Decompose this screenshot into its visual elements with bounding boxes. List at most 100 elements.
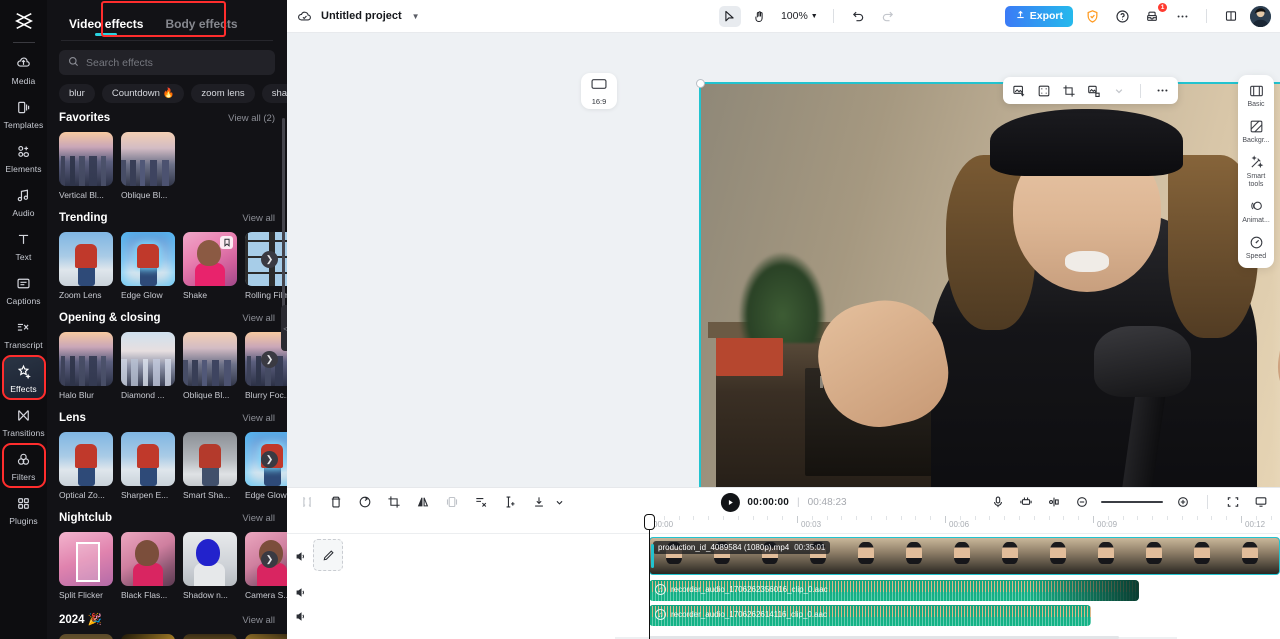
effect-thumbnail[interactable]	[121, 232, 175, 286]
split-icon[interactable]	[298, 494, 315, 511]
chevron-down-icon[interactable]: ▼	[412, 12, 420, 21]
sidebar-item-filters[interactable]: Filters	[1, 443, 46, 488]
effect-item[interactable]: Shadow n...	[183, 532, 237, 600]
cursor-select-icon[interactable]	[718, 5, 741, 27]
speaker-icon[interactable]	[293, 584, 309, 600]
carousel-next-arrow[interactable]: ❯	[261, 351, 278, 368]
effect-item[interactable]: Split Flicker	[59, 532, 113, 600]
microphone-icon[interactable]	[989, 494, 1006, 511]
dock-item-basic[interactable]: Basic	[1239, 82, 1273, 109]
panel-layout-icon[interactable]	[1220, 6, 1242, 27]
delete-icon[interactable]	[327, 494, 344, 511]
effect-thumbnail[interactable]	[121, 332, 175, 386]
panel-collapse-handle[interactable]: ◁	[281, 305, 287, 351]
effect-item[interactable]	[121, 634, 175, 639]
dock-item-smart-tools[interactable]: Smart tools	[1239, 154, 1273, 189]
section-view-all[interactable]: View all	[242, 213, 275, 224]
sidebar-item-media[interactable]: Media	[4, 49, 44, 90]
effect-thumbnail[interactable]	[121, 634, 175, 639]
sidebar-item-effects[interactable]: Effects	[1, 355, 46, 400]
cloud-sync-icon[interactable]	[296, 8, 313, 25]
effect-thumbnail[interactable]	[183, 634, 237, 639]
bookmark-icon[interactable]	[220, 236, 233, 249]
redo-icon[interactable]	[877, 6, 899, 27]
aspect-ratio-badge[interactable]: 16:9	[581, 73, 617, 109]
video-clip[interactable]: production_id_4089584 (1080p).mp4 00:35:…	[649, 537, 1280, 575]
speaker-icon[interactable]	[293, 608, 309, 624]
carousel-next-arrow[interactable]: ❯	[261, 451, 278, 468]
effect-thumbnail[interactable]	[183, 332, 237, 386]
capcut-logo-icon[interactable]	[7, 6, 41, 36]
carousel-next-arrow[interactable]: ❯	[261, 551, 278, 568]
effect-item[interactable]: Oblique Bl...	[121, 132, 175, 200]
markers-icon[interactable]	[1017, 494, 1034, 511]
sidebar-item-transitions[interactable]: Transitions	[2, 401, 45, 442]
tab-body-effects[interactable]: Body effects	[165, 17, 237, 40]
edit-pencil-icon[interactable]	[313, 539, 343, 571]
effect-thumbnail[interactable]	[121, 132, 175, 186]
monitor-icon[interactable]	[1252, 494, 1269, 511]
video-preview[interactable]	[699, 82, 1280, 503]
sidebar-item-captions[interactable]: Captions	[4, 269, 44, 310]
tab-video-effects[interactable]: Video effects	[69, 17, 143, 40]
effect-item[interactable]: Edge Glow	[121, 232, 175, 300]
dock-item-animation[interactable]: Animat...	[1239, 198, 1273, 225]
download-icon[interactable]	[530, 494, 547, 511]
effect-item[interactable]: Sharpen E...	[121, 432, 175, 500]
playhead[interactable]	[644, 514, 655, 639]
replace-media-icon[interactable]	[1010, 82, 1027, 99]
effect-item[interactable]: Shake	[183, 232, 237, 300]
fit-icon[interactable]	[1224, 494, 1241, 511]
audio-clip-1[interactable]: ♫ recorder_audio_1706262356016_clip_0.aa…	[649, 580, 1139, 601]
play-button[interactable]	[720, 492, 740, 512]
project-name[interactable]: Untitled project	[321, 10, 402, 22]
crop-icon[interactable]	[385, 494, 402, 511]
sidebar-item-plugins[interactable]: Plugins	[4, 489, 44, 530]
effect-thumbnail[interactable]	[59, 432, 113, 486]
undo-icon[interactable]	[847, 6, 869, 27]
effect-thumbnail[interactable]	[245, 634, 287, 639]
timeline-zoom-slider[interactable]	[1101, 501, 1163, 503]
effect-item[interactable]	[183, 634, 237, 639]
video-preview-wrapper[interactable]	[696, 79, 1280, 506]
rotate-icon[interactable]	[356, 494, 373, 511]
more-horizontal-icon[interactable]	[1171, 6, 1193, 27]
effect-thumbnail[interactable]	[59, 132, 113, 186]
effect-item[interactable]: Halo Blur	[59, 332, 113, 400]
speaker-icon[interactable]	[293, 548, 309, 564]
section-view-all[interactable]: View all	[242, 413, 275, 424]
zoom-out-icon[interactable]	[1073, 494, 1090, 511]
section-view-all[interactable]: View all (2)	[228, 113, 275, 124]
effect-item[interactable]	[59, 634, 113, 639]
effect-item[interactable]: Diamond ...	[121, 332, 175, 400]
keyframe-icon[interactable]	[1045, 494, 1062, 511]
effect-thumbnail[interactable]	[121, 532, 175, 586]
hand-pan-icon[interactable]	[749, 6, 771, 27]
effect-thumbnail[interactable]	[59, 332, 113, 386]
freeze-icon[interactable]	[443, 494, 460, 511]
auto-reframe-icon[interactable]	[1035, 82, 1052, 99]
effect-item[interactable]: Black Flas...	[121, 532, 175, 600]
dock-item-speed[interactable]: Speed	[1239, 234, 1273, 261]
effect-thumbnail[interactable]	[183, 432, 237, 486]
carousel-next-arrow[interactable]: ❯	[261, 251, 278, 268]
effect-item[interactable]: Oblique Bl...	[183, 332, 237, 400]
playhead-handle[interactable]	[644, 514, 655, 530]
clip-trim-handle[interactable]	[651, 544, 654, 568]
user-avatar[interactable]	[1250, 5, 1271, 27]
sidebar-item-elements[interactable]: Elements	[4, 137, 44, 178]
effect-item[interactable]: Optical Zo...	[59, 432, 113, 500]
zoom-in-icon[interactable]	[1174, 494, 1191, 511]
audio-clip-2[interactable]: ♫ recorder_audio_1706262614116_clip_0.aa…	[649, 605, 1091, 626]
sidebar-item-text[interactable]: Text	[4, 225, 44, 266]
effect-item[interactable]: Zoom Lens	[59, 232, 113, 300]
section-view-all[interactable]: View all	[242, 313, 275, 324]
sidebar-item-transcript[interactable]: Transcript	[4, 313, 44, 354]
effects-sections-scroller[interactable]: Favorites View all (2) Vertical Bl... Obliq…	[47, 100, 287, 639]
export-button[interactable]: Export	[1004, 5, 1073, 27]
help-circle-icon[interactable]	[1111, 6, 1133, 27]
panel-scrollbar[interactable]	[282, 118, 285, 318]
effect-thumbnail[interactable]	[59, 634, 113, 639]
effect-thumbnail[interactable]	[121, 432, 175, 486]
mirror-icon[interactable]	[414, 494, 431, 511]
